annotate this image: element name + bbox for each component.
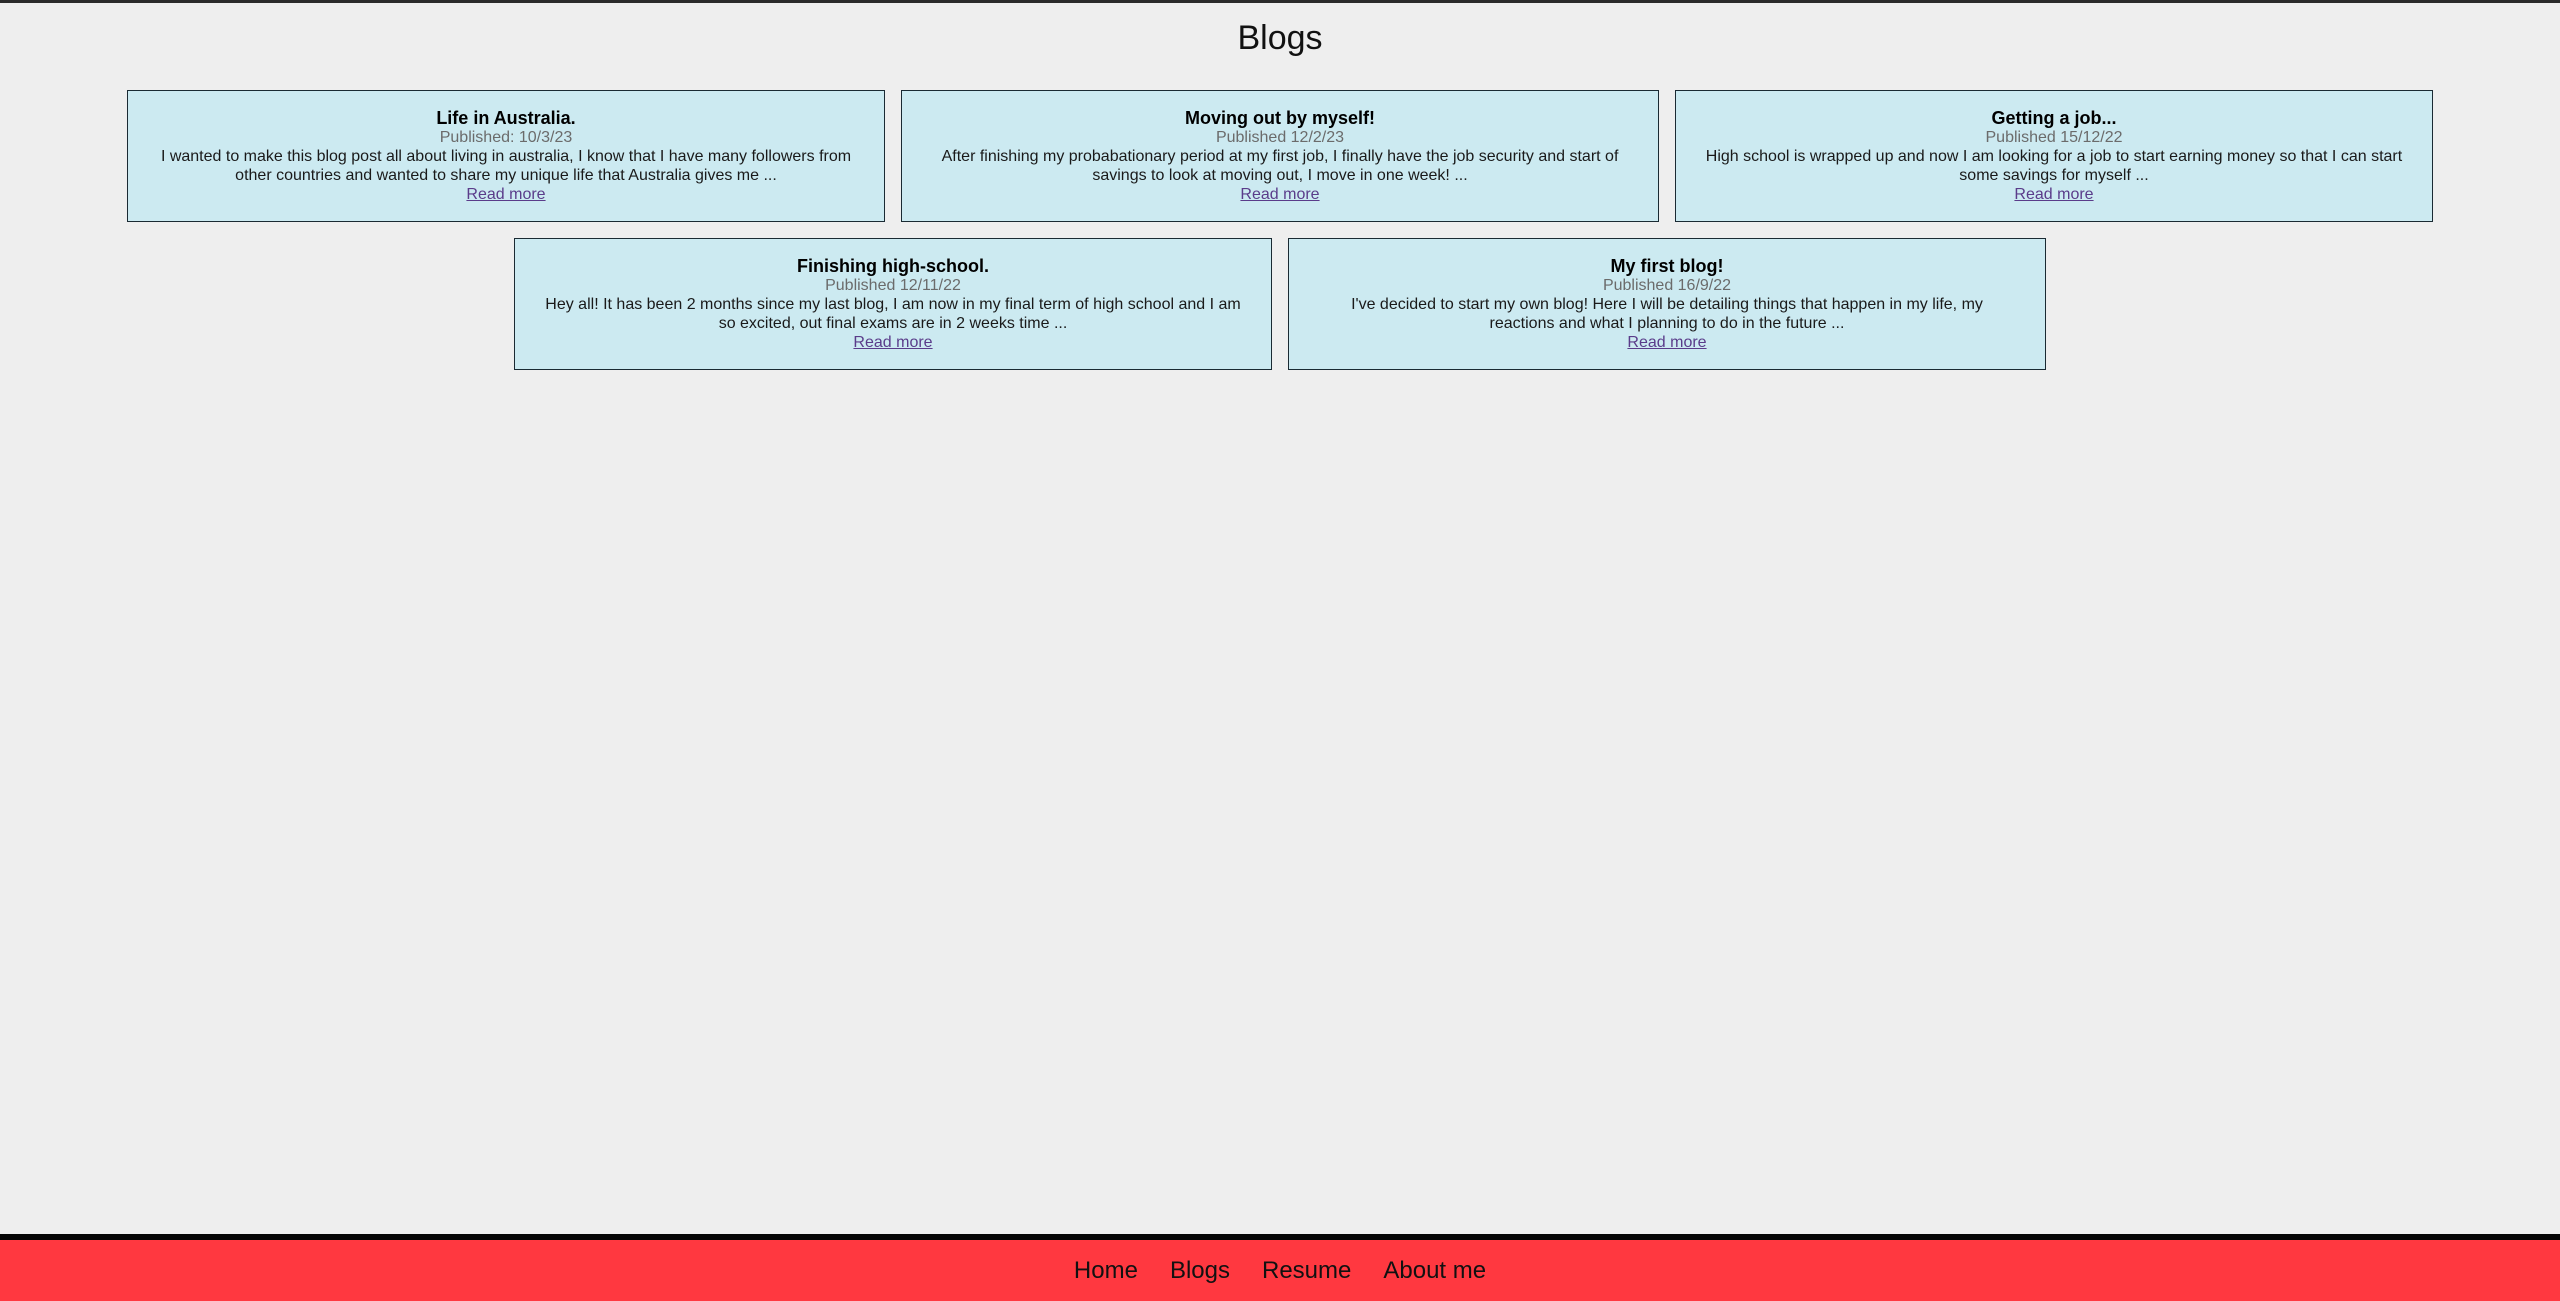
blog-card-date: Published 16/9/22: [1602, 277, 1732, 294]
blog-card: Life in Australia. Published: 10/3/23 I …: [127, 90, 885, 222]
blog-card: Moving out by myself! Published 12/2/23 …: [901, 90, 1659, 222]
footer-nav: Home Blogs Resume About me: [0, 1234, 2560, 1301]
blog-card-date: Published 15/12/22: [1985, 129, 2123, 146]
footer-link-blogs[interactable]: Blogs: [1170, 1256, 1230, 1286]
blog-card-excerpt: After finishing my probabationary period…: [941, 148, 1619, 184]
blog-card-excerpt: High school is wrapped up and now I am l…: [1705, 148, 2403, 184]
footer-link-about-me[interactable]: About me: [1383, 1256, 1486, 1286]
top-border: [0, 0, 2560, 3]
blog-card: My first blog! Published 16/9/22 I've de…: [1288, 238, 2046, 370]
blog-card-title: Getting a job...: [1991, 108, 2117, 128]
blog-grid: Life in Australia. Published: 10/3/23 I …: [0, 90, 2560, 370]
read-more-link[interactable]: Read more: [853, 333, 932, 352]
blog-card: Getting a job... Published 15/12/22 High…: [1675, 90, 2433, 222]
blog-card-excerpt: Hey all! It has been 2 months since my l…: [545, 296, 1241, 332]
footer-link-home[interactable]: Home: [1074, 1256, 1138, 1286]
blog-card-title: Finishing high-school.: [797, 256, 989, 276]
blog-card-title: Moving out by myself!: [1184, 108, 1375, 128]
blog-card-title: My first blog!: [1610, 256, 1724, 276]
read-more-link[interactable]: Read more: [1240, 185, 1319, 204]
blog-card-date: Published: 10/3/23: [439, 129, 573, 146]
blog-card-excerpt: I wanted to make this blog post all abou…: [160, 148, 852, 184]
page-title: Blogs: [1237, 19, 1323, 57]
blog-card-date: Published 12/11/22: [825, 277, 961, 294]
blog-card-excerpt: I've decided to start my own blog! Here …: [1351, 296, 1983, 332]
blog-card-title: Life in Australia.: [436, 108, 576, 128]
blog-card-date: Published 12/2/23: [1215, 129, 1345, 146]
read-more-link[interactable]: Read more: [1627, 333, 1706, 352]
read-more-link[interactable]: Read more: [466, 185, 545, 204]
read-more-link[interactable]: Read more: [2014, 185, 2093, 204]
footer-link-resume[interactable]: Resume: [1262, 1256, 1351, 1286]
blog-card: Finishing high-school. Published 12/11/2…: [514, 238, 1272, 370]
